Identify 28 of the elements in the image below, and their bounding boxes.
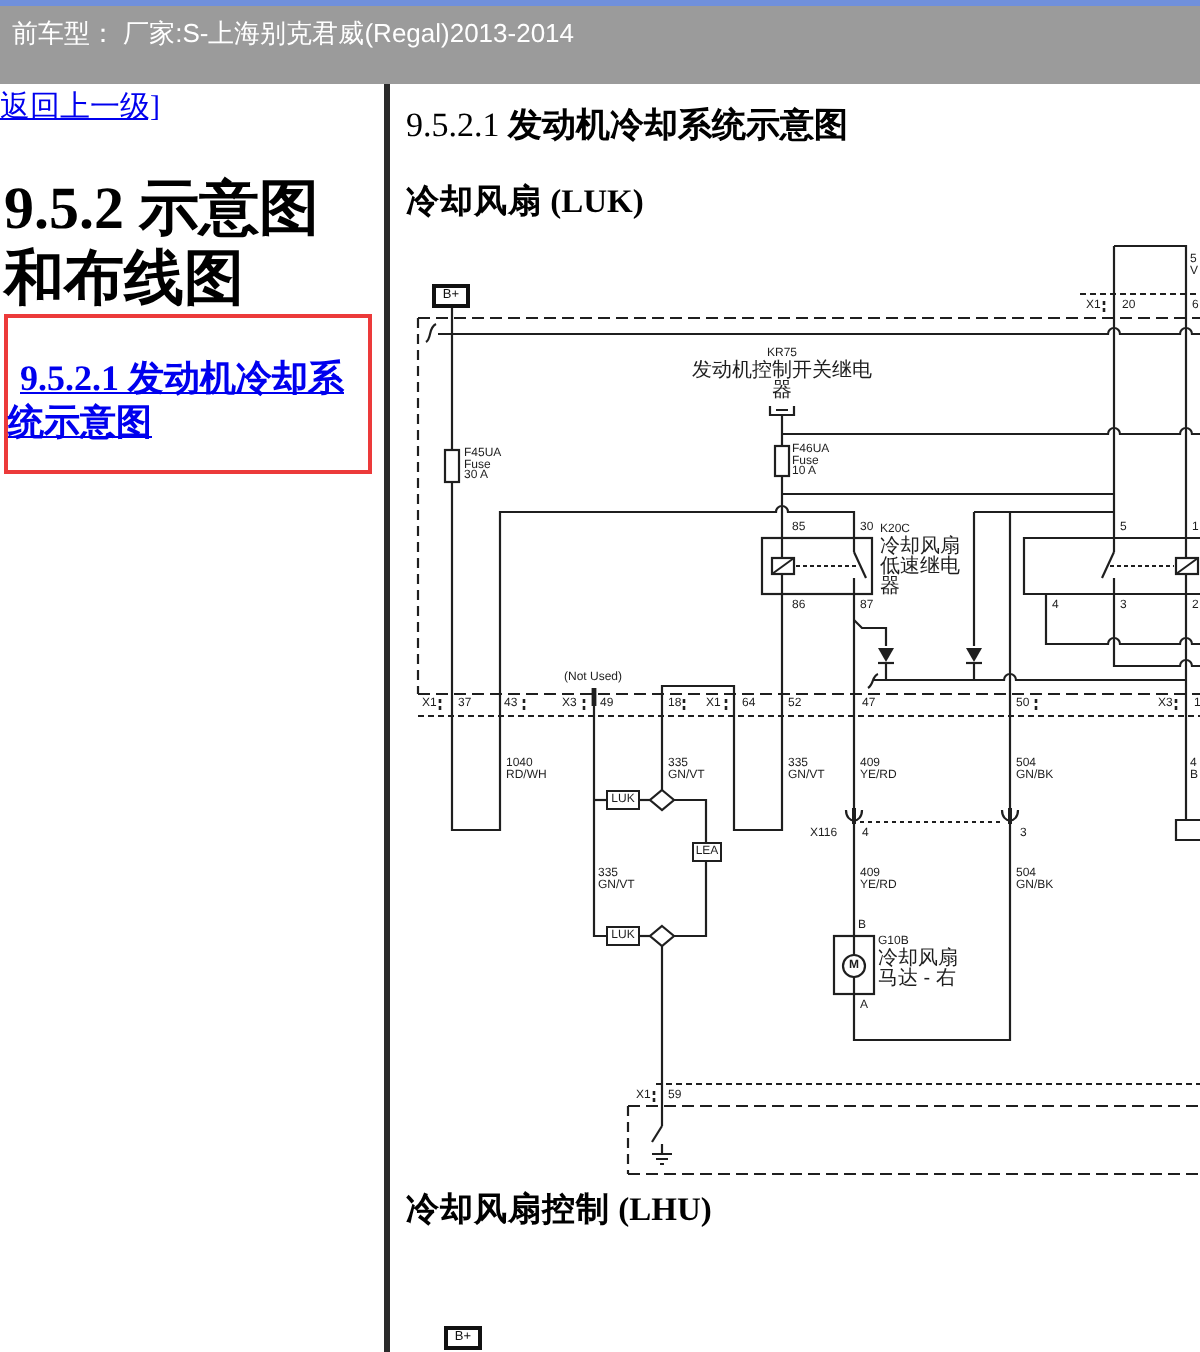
- splice-icon: [648, 924, 676, 948]
- terminal-icon: [1000, 808, 1020, 824]
- relay-coil-icon: [1174, 556, 1200, 576]
- fuse-icon: [443, 448, 461, 484]
- fuse-icon: [773, 444, 791, 478]
- relay-name: 冷却风扇低速继电器: [880, 538, 962, 598]
- diagram-page-title: 9.5.2.1 发动机冷却系统示意图: [406, 106, 850, 146]
- section-heading: 冷却风扇控制 (LHU): [406, 1192, 714, 1228]
- relay-name: 发动机控制开关继电器: [690, 362, 874, 402]
- relay-coil-icon: [770, 556, 796, 576]
- section-link[interactable]: 9.5.2.1 发动机冷却系统示意图: [8, 356, 368, 444]
- vehicle-model-label: 前车型： 厂家:S-上海别克君威(Regal)2013-2014: [12, 18, 575, 48]
- diode-icon: [966, 648, 982, 665]
- diode-icon: [878, 648, 894, 665]
- splice-icon: [648, 788, 676, 812]
- motor-icon: [832, 934, 876, 996]
- relay-box: [760, 536, 874, 596]
- switch-icon: [651, 1125, 663, 1143]
- back-link[interactable]: 返回上一级]: [0, 92, 160, 126]
- relay-contact-icon: [768, 404, 796, 417]
- page-heading: 9.5.2 示意图和布线图: [1, 174, 321, 314]
- relay-switch-icon: [795, 551, 867, 579]
- component-outline: [1174, 818, 1200, 842]
- motor-name: 冷却风扇马达 - 右: [878, 950, 960, 990]
- section-heading: 冷却风扇 (LUK): [406, 184, 646, 220]
- terminal-icon: [844, 808, 864, 824]
- relay-switch-icon: [1101, 551, 1175, 579]
- ground-icon: [650, 1142, 674, 1166]
